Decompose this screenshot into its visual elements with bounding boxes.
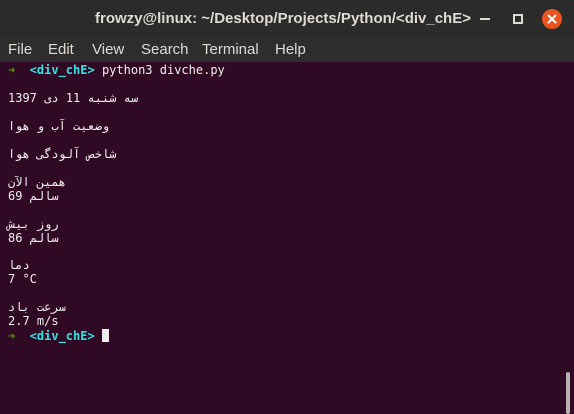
output-pollution-heading: شاخص آلودگی هوا xyxy=(8,147,117,161)
prompt-arrow-icon: ➜ xyxy=(8,63,16,77)
output-prevday-label: روز بیش xyxy=(8,217,59,231)
active-prompt-line[interactable]: ➜ <div_chE> xyxy=(8,329,109,343)
terminal-window: frowzy@linux: ~/Desktop/Projects/Python/… xyxy=(0,0,574,414)
output-wind-value: 2.7 m/s xyxy=(8,314,59,328)
output-prevday-value: سالم 86 xyxy=(8,231,59,245)
output-weather-heading: وضعیت آب و هوا xyxy=(8,119,110,133)
output-date: 1397 سه شنبه 11 دی xyxy=(8,91,139,105)
menu-edit[interactable]: Edit xyxy=(48,40,74,60)
close-button[interactable] xyxy=(542,9,562,29)
prompt-arrow-icon: ➜ xyxy=(8,329,16,343)
menu-view[interactable]: View xyxy=(92,40,124,60)
scrollbar[interactable] xyxy=(566,372,570,414)
prompt-directory: <div_chE> xyxy=(29,63,95,77)
close-icon xyxy=(547,14,557,24)
output-now-value: سالم 69 xyxy=(8,189,59,203)
menu-file[interactable]: File xyxy=(8,40,32,60)
output-now-label: همین الآن xyxy=(8,175,66,189)
maximize-button[interactable] xyxy=(508,9,528,29)
minimize-button[interactable] xyxy=(476,9,496,29)
minimize-icon xyxy=(480,18,490,20)
menu-search[interactable]: Search xyxy=(141,40,189,60)
maximize-icon xyxy=(513,14,523,24)
command-text: python3 divche.py xyxy=(101,63,225,77)
menu-bar: File Edit View Search Terminal Help xyxy=(0,37,574,62)
terminal-area[interactable]: ➜ <div_chE> python3 divche.py 1397 سه شن… xyxy=(0,62,574,414)
output-temp-value: 7 °C xyxy=(8,272,37,286)
output-wind-label: سرعت باد xyxy=(8,300,66,314)
prompt-directory: <div_chE> xyxy=(29,329,95,343)
prompt-line: ➜ <div_chE> python3 divche.py xyxy=(8,63,225,77)
output-temp-label: دما xyxy=(8,258,30,272)
menu-terminal[interactable]: Terminal xyxy=(202,40,259,60)
title-bar[interactable]: frowzy@linux: ~/Desktop/Projects/Python/… xyxy=(0,0,574,37)
text-cursor xyxy=(101,329,109,342)
menu-help[interactable]: Help xyxy=(275,40,306,60)
